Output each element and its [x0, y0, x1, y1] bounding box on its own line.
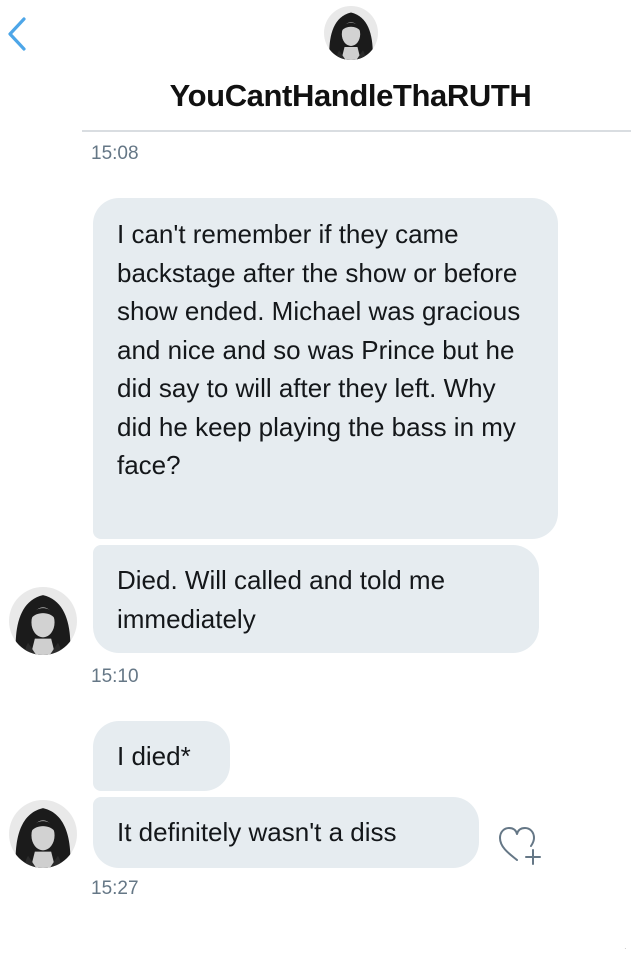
chevron-left-icon	[8, 17, 26, 51]
message-text: Died. Will called and told me immediatel…	[117, 565, 446, 634]
conversation-header: YouCantHandleThaRUTH	[0, 0, 631, 132]
add-reaction-button[interactable]	[496, 824, 542, 868]
avatar-image	[9, 800, 77, 868]
message-text: I died*	[117, 741, 191, 771]
avatar-image	[9, 587, 77, 655]
heart-plus-icon	[499, 827, 541, 865]
message-bubble[interactable]: It definitely wasn't a diss	[93, 797, 479, 868]
header-avatar[interactable]	[324, 6, 378, 60]
message-bubble[interactable]: Died. Will called and told me immediatel…	[93, 545, 539, 653]
back-button[interactable]	[2, 14, 32, 54]
conversation-title[interactable]: YouCantHandleThaRUTH	[0, 78, 631, 114]
sender-avatar[interactable]	[9, 800, 77, 868]
timestamp: 15:10	[91, 666, 139, 687]
message-bubble[interactable]: I can't remember if they came backstage …	[93, 198, 558, 539]
message-text: It definitely wasn't a diss	[117, 817, 397, 847]
timestamp: 15:27	[91, 878, 139, 899]
avatar-image	[324, 6, 378, 60]
message-text: I can't remember if they came backstage …	[117, 219, 521, 480]
sender-avatar[interactable]	[9, 587, 77, 655]
scroll-indicator: ·	[624, 944, 627, 953]
timestamp: 15:08	[91, 143, 139, 164]
header-divider	[82, 130, 631, 132]
message-bubble[interactable]: I died*	[93, 721, 230, 791]
